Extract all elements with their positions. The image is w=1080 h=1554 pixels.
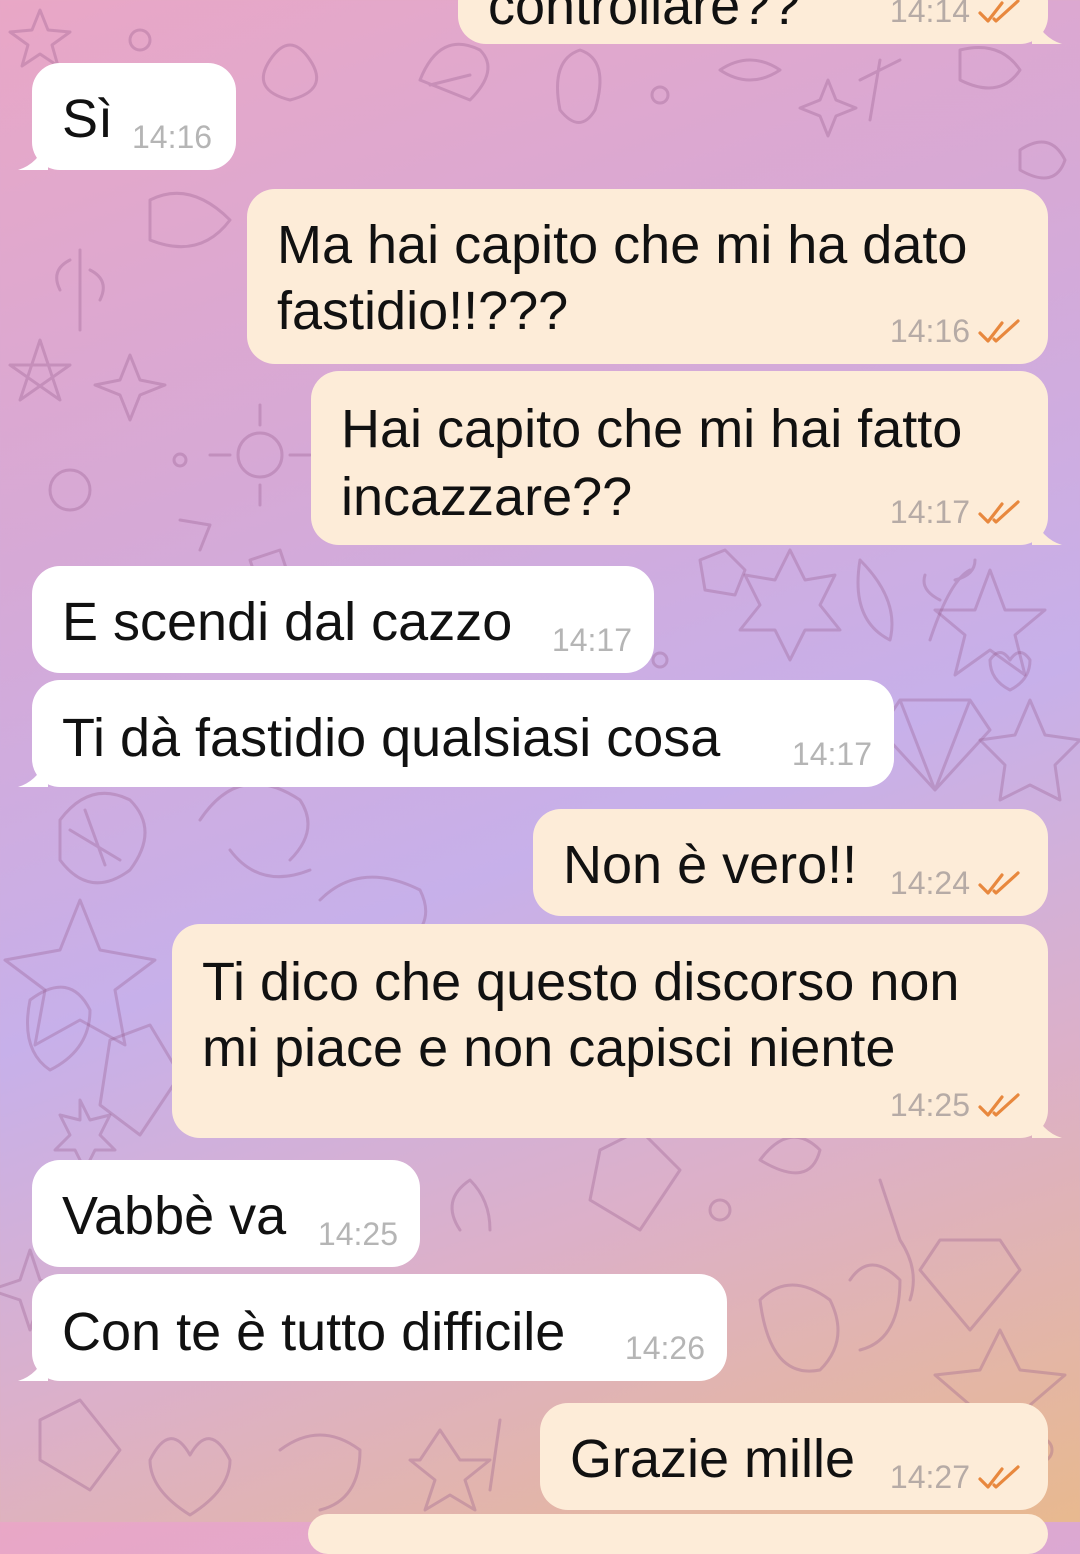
message-meta: 14:16: [132, 119, 212, 156]
message-time: 14:24: [889, 865, 970, 901]
message-meta: 14:24: [890, 865, 1022, 902]
message-text-line-2: fastidio!!???: [277, 281, 569, 341]
message-text-line-1: Ma hai capito che mi ha dato: [277, 215, 968, 275]
message-time: 14:14: [889, 0, 970, 29]
bubble-tail: [18, 1351, 48, 1381]
message-meta: 14:25: [318, 1216, 398, 1253]
double-check-icon: [978, 318, 1020, 343]
message-text-line-2: mi piace e non capisci niente: [202, 1018, 896, 1078]
message-text: Vabbè va: [62, 1186, 287, 1246]
double-check-icon: [978, 0, 1020, 23]
message-bubble-incoming[interactable]: Sì 14:16: [18, 63, 236, 170]
message-text: E scendi dal cazzo: [62, 592, 513, 652]
message-time: 14:17: [889, 494, 970, 530]
message-meta: 14:17: [552, 622, 632, 659]
bubble-tail: [1032, 1108, 1062, 1138]
message-bubble-outgoing[interactable]: Ma hai capito che mi ha dato fastidio!!?…: [247, 189, 1048, 364]
message-time: 14:16: [889, 313, 970, 349]
message-meta: 14:27: [890, 1459, 1022, 1496]
message-time: 14:17: [551, 622, 632, 658]
message-bubble-outgoing[interactable]: Non è vero!! 14:24: [533, 809, 1048, 916]
message-time: 14:16: [132, 119, 213, 155]
message-bubble-incoming[interactable]: Ti dà fastidio qualsiasi cosa 14:17: [18, 680, 894, 787]
message-time: 14:17: [791, 736, 872, 772]
message-time: 14:26: [624, 1330, 705, 1366]
message-bubble-outgoing[interactable]: Hai capito che mi hai fatto incazzare?? …: [311, 371, 1062, 545]
message-bubble-incoming[interactable]: Vabbè va 14:25: [32, 1160, 420, 1267]
message-bubble-outgoing[interactable]: Grazie mille 14:27: [540, 1403, 1048, 1510]
message-text: Sì: [62, 89, 114, 149]
message-bubble-incoming[interactable]: Con te è tutto difficile 14:26: [18, 1274, 727, 1381]
message-bubble-outgoing[interactable]: Ti dico che questo discorso non mi piace…: [172, 924, 1062, 1138]
message-text-line-1: Hai capito che mi hai fatto: [341, 399, 963, 459]
message-meta: 14:25: [890, 1087, 1022, 1124]
bubble-tail: [1032, 515, 1062, 545]
message-text: Con te è tutto difficile: [62, 1302, 566, 1362]
message-bubble-outgoing[interactable]: controllare?? 14:14: [458, 0, 1062, 44]
message-meta: 14:16: [890, 313, 1022, 350]
message-text: Non è vero!!: [563, 835, 858, 895]
message-meta: 14:17: [792, 736, 872, 773]
bubble-tail: [18, 140, 48, 170]
message-text: Grazie mille: [570, 1429, 856, 1489]
message-bubble-incoming[interactable]: E scendi dal cazzo 14:17: [32, 566, 654, 673]
double-check-icon: [978, 499, 1020, 524]
double-check-icon: [978, 870, 1020, 895]
message-text: controllare??: [488, 0, 801, 36]
message-text: Ti dà fastidio qualsiasi cosa: [62, 708, 721, 768]
message-time: 14:25: [889, 1087, 970, 1123]
double-check-icon: [978, 1464, 1020, 1489]
message-meta: 14:14: [890, 0, 1022, 30]
message-time: 14:27: [889, 1459, 970, 1495]
bubble-tail: [18, 757, 48, 787]
message-text-line-1: Ti dico che questo discorso non: [202, 952, 960, 1012]
message-time: 14:25: [317, 1216, 398, 1252]
message-meta: 14:26: [625, 1330, 705, 1367]
double-check-icon: [978, 1092, 1020, 1117]
message-meta: 14:17: [890, 494, 1022, 531]
bubble-tail: [1032, 14, 1062, 44]
message-text-line-2: incazzare??: [341, 467, 633, 527]
message-bubble-outgoing-partial: [308, 1514, 1048, 1554]
